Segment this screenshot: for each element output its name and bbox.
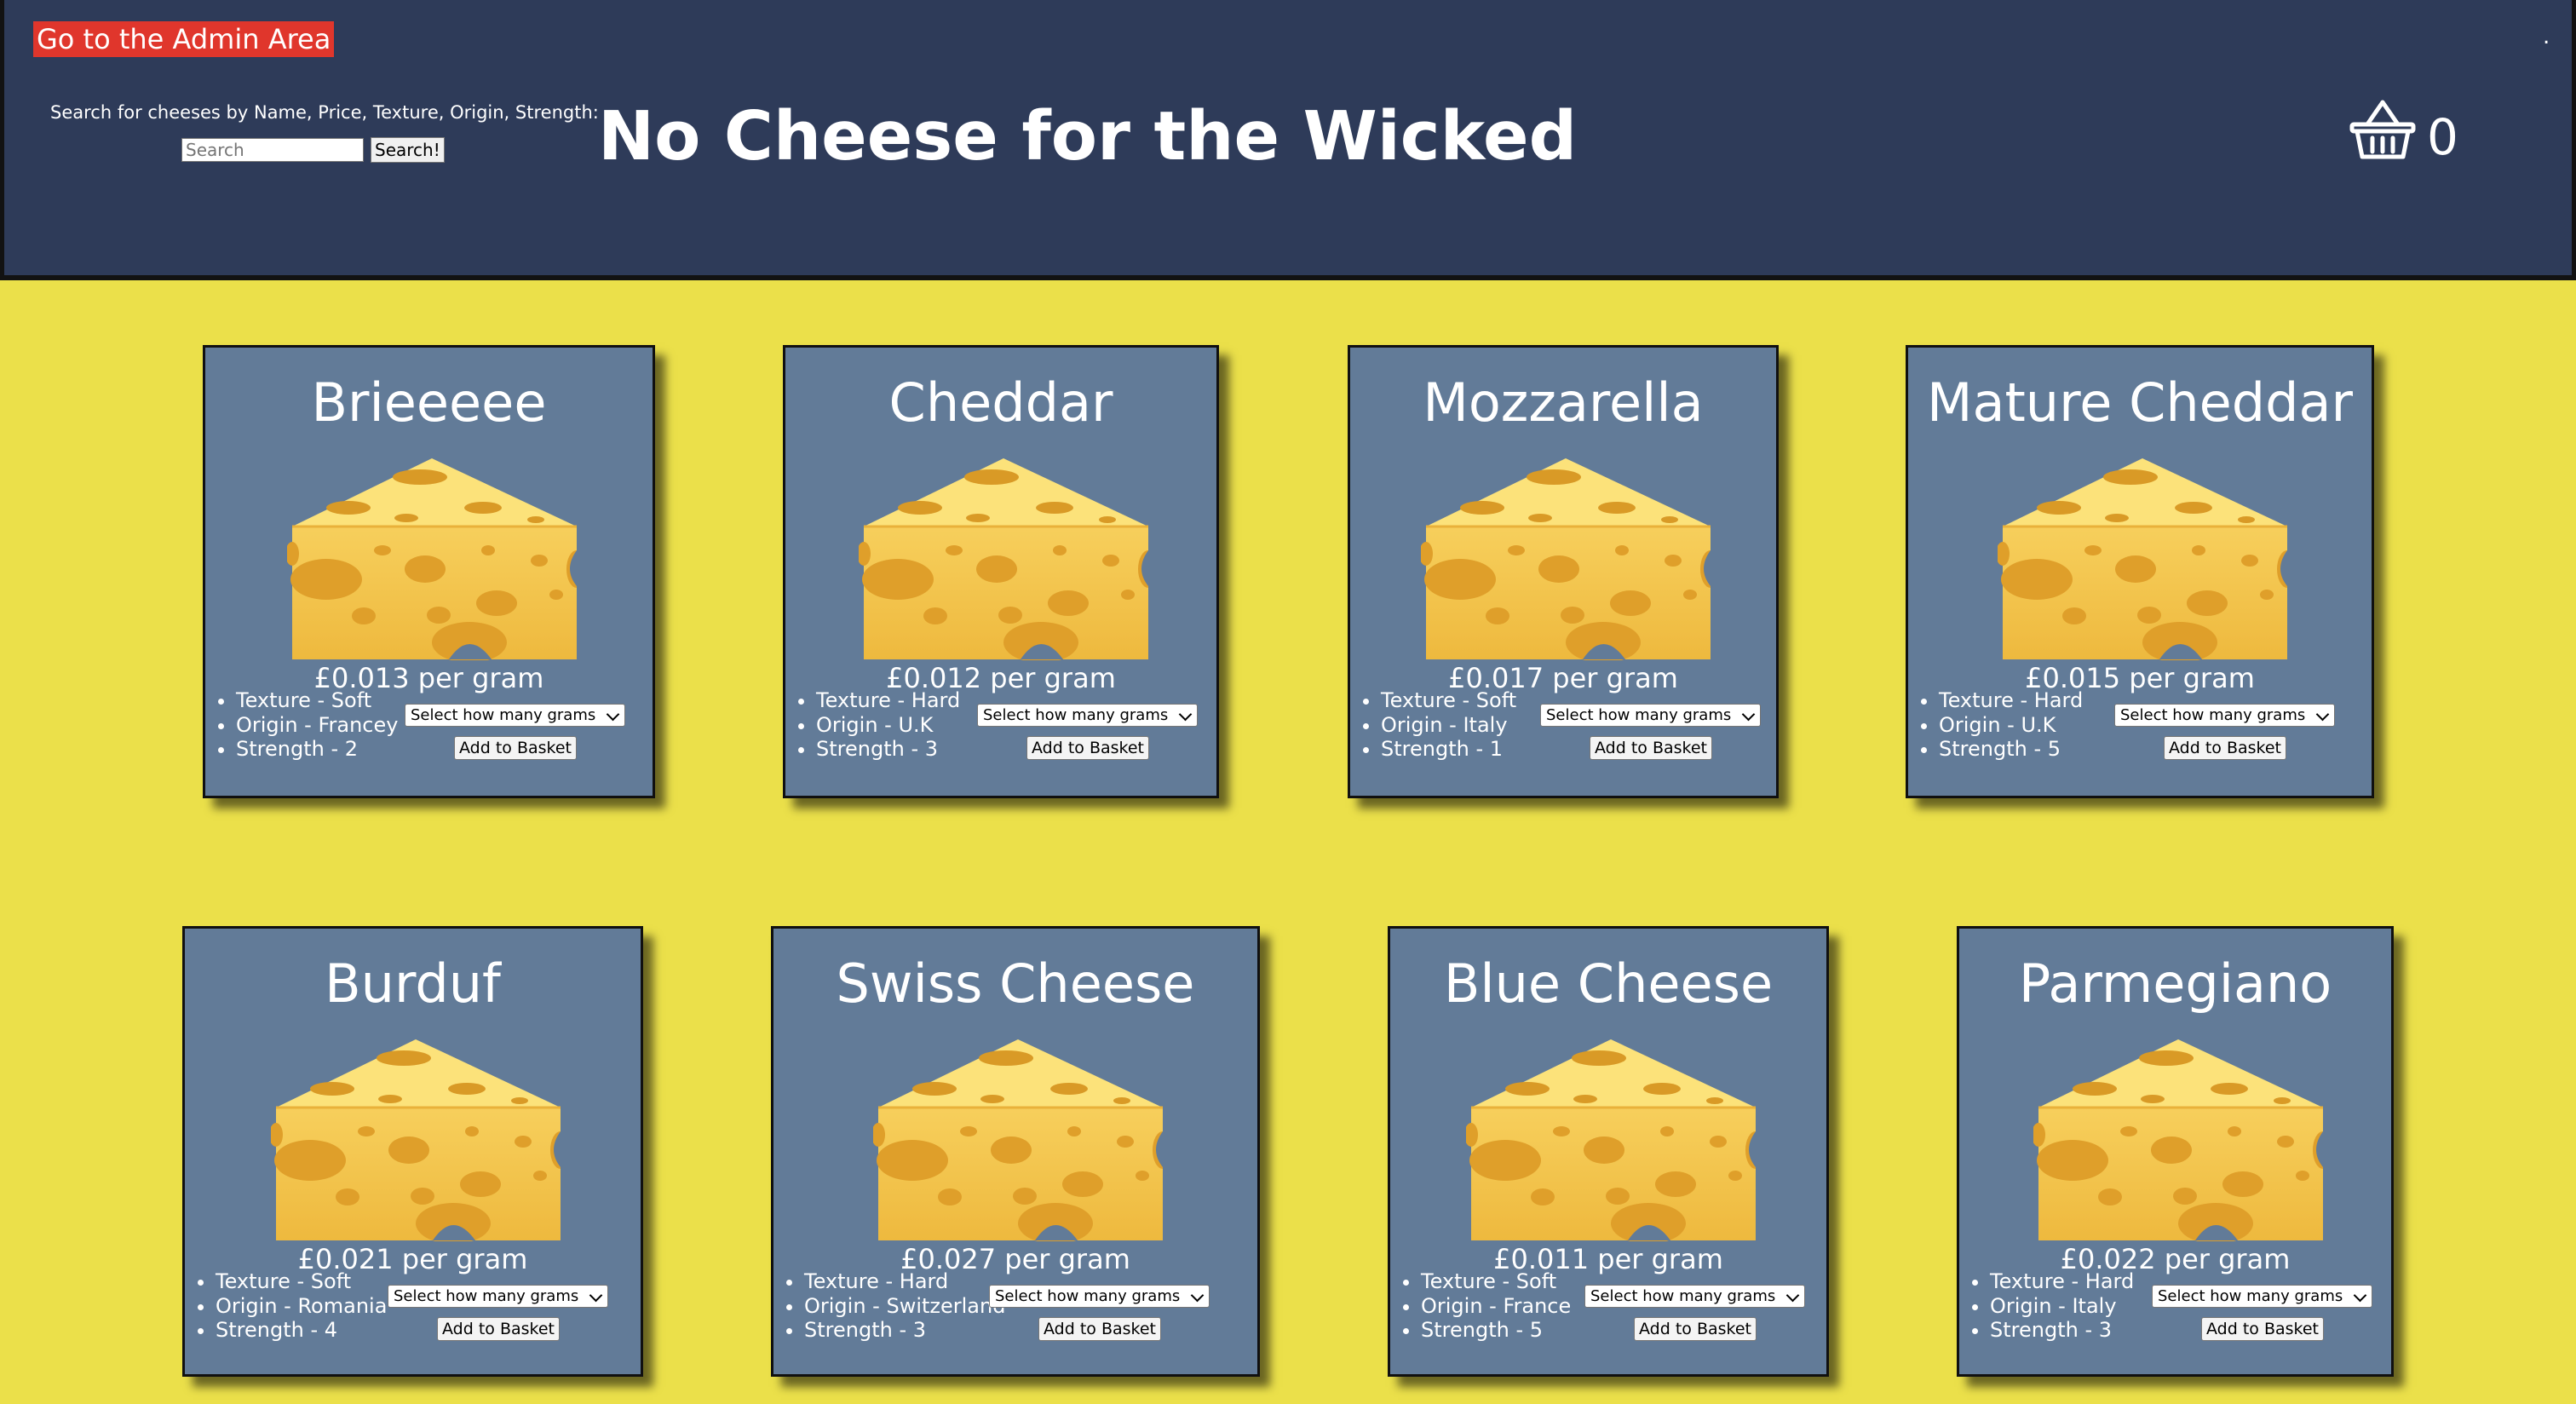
grams-select[interactable]: Select how many grams xyxy=(2114,704,2336,727)
add-to-basket-button[interactable]: Add to Basket xyxy=(437,1317,560,1341)
cheese-name: Swiss Cheese xyxy=(836,952,1195,1015)
strength-item: Strength - 5 xyxy=(1421,1318,1571,1343)
cheese-wedge-icon xyxy=(285,458,587,663)
strength-item: Strength - 3 xyxy=(804,1318,1005,1343)
cheese-wedge-icon xyxy=(857,458,1159,663)
cheese-properties: Texture - Soft Origin - Italy Strength -… xyxy=(1354,688,1516,762)
add-to-basket-button[interactable]: Add to Basket xyxy=(454,736,577,760)
grams-select[interactable]: Select how many grams xyxy=(1540,704,1762,727)
cheese-card: Burduf £0.021 per gram Tex xyxy=(182,926,643,1377)
texture-item: Texture - Hard xyxy=(1939,688,2083,713)
cheese-card: Brieeeee £0.013 per gram T xyxy=(203,345,655,798)
search-button[interactable]: Search! xyxy=(371,137,445,163)
cheese-name: Cheddar xyxy=(888,371,1113,434)
cheese-properties: Texture - Soft Origin - France Strength … xyxy=(1394,1269,1571,1343)
cheese-wedge-icon xyxy=(269,1039,571,1244)
chevron-down-icon xyxy=(2315,707,2330,722)
add-to-basket-button[interactable]: Add to Basket xyxy=(1026,736,1149,760)
cheese-wedge-icon xyxy=(1996,458,2297,663)
header-dot: . xyxy=(2543,24,2550,49)
cheese-card: Blue Cheese £0.011 per gram • Texture - … xyxy=(1388,926,1829,1377)
cheese-properties: Texture - Hard Origin - U.K Strength - 3 xyxy=(789,688,960,762)
grams-select-label: Select how many grams xyxy=(995,1287,1181,1305)
cheese-properties: Texture - Soft Origin - Francey Strength… xyxy=(209,688,398,762)
cheese-name: Blue Cheese xyxy=(1443,952,1774,1015)
texture-item: Texture - Soft xyxy=(1381,688,1516,713)
cheese-name: Mature Cheddar xyxy=(1927,371,2353,434)
grams-select-label: Select how many grams xyxy=(983,706,1169,724)
strength-item: Strength - 3 xyxy=(1990,1318,2134,1343)
grams-select-label: Select how many grams xyxy=(394,1287,579,1305)
admin-area-link[interactable]: Go to the Admin Area xyxy=(33,21,335,57)
cheese-card: Mozzarella £0.017 per gram • Texture - S… xyxy=(1348,345,1779,798)
cheese-card: Swiss Cheese £0.027 per gram • Texture -… xyxy=(771,926,1260,1377)
grams-select-label: Select how many grams xyxy=(1590,1287,1776,1305)
site-header: Go to the Admin Area Search for cheeses … xyxy=(0,0,2576,280)
cheese-wedge-icon xyxy=(1419,458,1721,663)
grams-select[interactable]: Select how many grams xyxy=(405,704,626,727)
strength-item: Strength - 1 xyxy=(1381,737,1516,762)
grams-select-label: Select how many grams xyxy=(411,706,596,724)
origin-item: Origin - France xyxy=(1421,1294,1571,1319)
chevron-down-icon xyxy=(606,707,620,722)
cheese-name: Parmegiano xyxy=(2018,952,2332,1015)
search-label: Search for cheeses by Name, Price, Textu… xyxy=(50,102,599,123)
cheese-properties: Texture - Hard Origin - Italy Strength -… xyxy=(1963,1269,2134,1343)
origin-item: Origin - Italy xyxy=(1990,1294,2134,1319)
add-to-basket-button[interactable]: Add to Basket xyxy=(1590,736,1712,760)
origin-item: Origin - Romania xyxy=(216,1294,387,1319)
grams-select[interactable]: Select how many grams xyxy=(1584,1285,1806,1308)
grams-select[interactable]: Select how many grams xyxy=(989,1285,1210,1308)
strength-item: Strength - 2 xyxy=(236,737,398,762)
origin-item: Origin - U.K xyxy=(1939,713,2083,738)
add-to-basket-button[interactable]: Add to Basket xyxy=(2164,736,2286,760)
cheese-name: Mozzarella xyxy=(1423,371,1704,434)
page-title: No Cheese for the Wicked xyxy=(598,97,1578,176)
cheese-wedge-icon xyxy=(871,1039,1173,1244)
grams-select-label: Select how many grams xyxy=(1546,706,1732,724)
origin-item: Origin - Italy xyxy=(1381,713,1516,738)
cheese-properties: Texture - Soft Origin - Romania Strength… xyxy=(188,1269,387,1343)
texture-item: Texture - Hard xyxy=(816,688,960,713)
grams-select[interactable]: Select how many grams xyxy=(977,704,1199,727)
texture-item: Texture - Soft xyxy=(216,1269,387,1294)
grams-select[interactable]: Select how many grams xyxy=(2152,1285,2373,1308)
cheese-name: Brieeeee xyxy=(311,371,547,434)
chevron-down-icon xyxy=(589,1288,603,1303)
add-to-basket-button[interactable]: Add to Basket xyxy=(1634,1317,1757,1341)
cheese-properties: Texture - Hard Origin - Switzerland Stre… xyxy=(777,1269,1005,1343)
cheese-properties: Texture - Hard Origin - U.K Strength - 5 xyxy=(1912,688,2083,762)
cheese-wedge-icon xyxy=(1464,1039,1766,1244)
add-to-basket-button[interactable]: Add to Basket xyxy=(1038,1317,1161,1341)
texture-item: Texture - Soft xyxy=(236,688,398,713)
chevron-down-icon xyxy=(2353,1288,2367,1303)
cheese-card: Mature Cheddar £0.015 per gram • Texture… xyxy=(1906,345,2374,798)
cheese-wedge-icon xyxy=(2032,1039,2333,1244)
strength-item: Strength - 3 xyxy=(816,737,960,762)
cheese-card: Cheddar £0.012 per gram Te xyxy=(783,345,1219,798)
origin-item: Origin - Francey xyxy=(236,713,398,738)
grams-select-label: Select how many grams xyxy=(2158,1287,2343,1305)
strength-item: Strength - 4 xyxy=(216,1318,387,1343)
texture-item: Texture - Hard xyxy=(1990,1269,2134,1294)
chevron-down-icon xyxy=(1178,707,1193,722)
basket-icon[interactable] xyxy=(2349,99,2417,160)
strength-item: Strength - 5 xyxy=(1939,737,2083,762)
basket-count: 0 xyxy=(2427,108,2458,166)
add-to-basket-button[interactable]: Add to Basket xyxy=(2201,1317,2324,1341)
origin-item: Origin - Switzerland xyxy=(804,1294,1005,1319)
origin-item: Origin - U.K xyxy=(816,713,960,738)
grams-select[interactable]: Select how many grams xyxy=(388,1285,609,1308)
search-input[interactable] xyxy=(181,138,364,162)
grams-select-label: Select how many grams xyxy=(2120,706,2306,724)
texture-item: Texture - Soft xyxy=(1421,1269,1571,1294)
chevron-down-icon xyxy=(1785,1288,1800,1303)
cheese-card: Parmegiano £0.022 per gram • Texture - H… xyxy=(1957,926,2394,1377)
chevron-down-icon xyxy=(1741,707,1756,722)
cheese-name: Burduf xyxy=(325,952,501,1015)
texture-item: Texture - Hard xyxy=(804,1269,1005,1294)
chevron-down-icon xyxy=(1190,1288,1205,1303)
